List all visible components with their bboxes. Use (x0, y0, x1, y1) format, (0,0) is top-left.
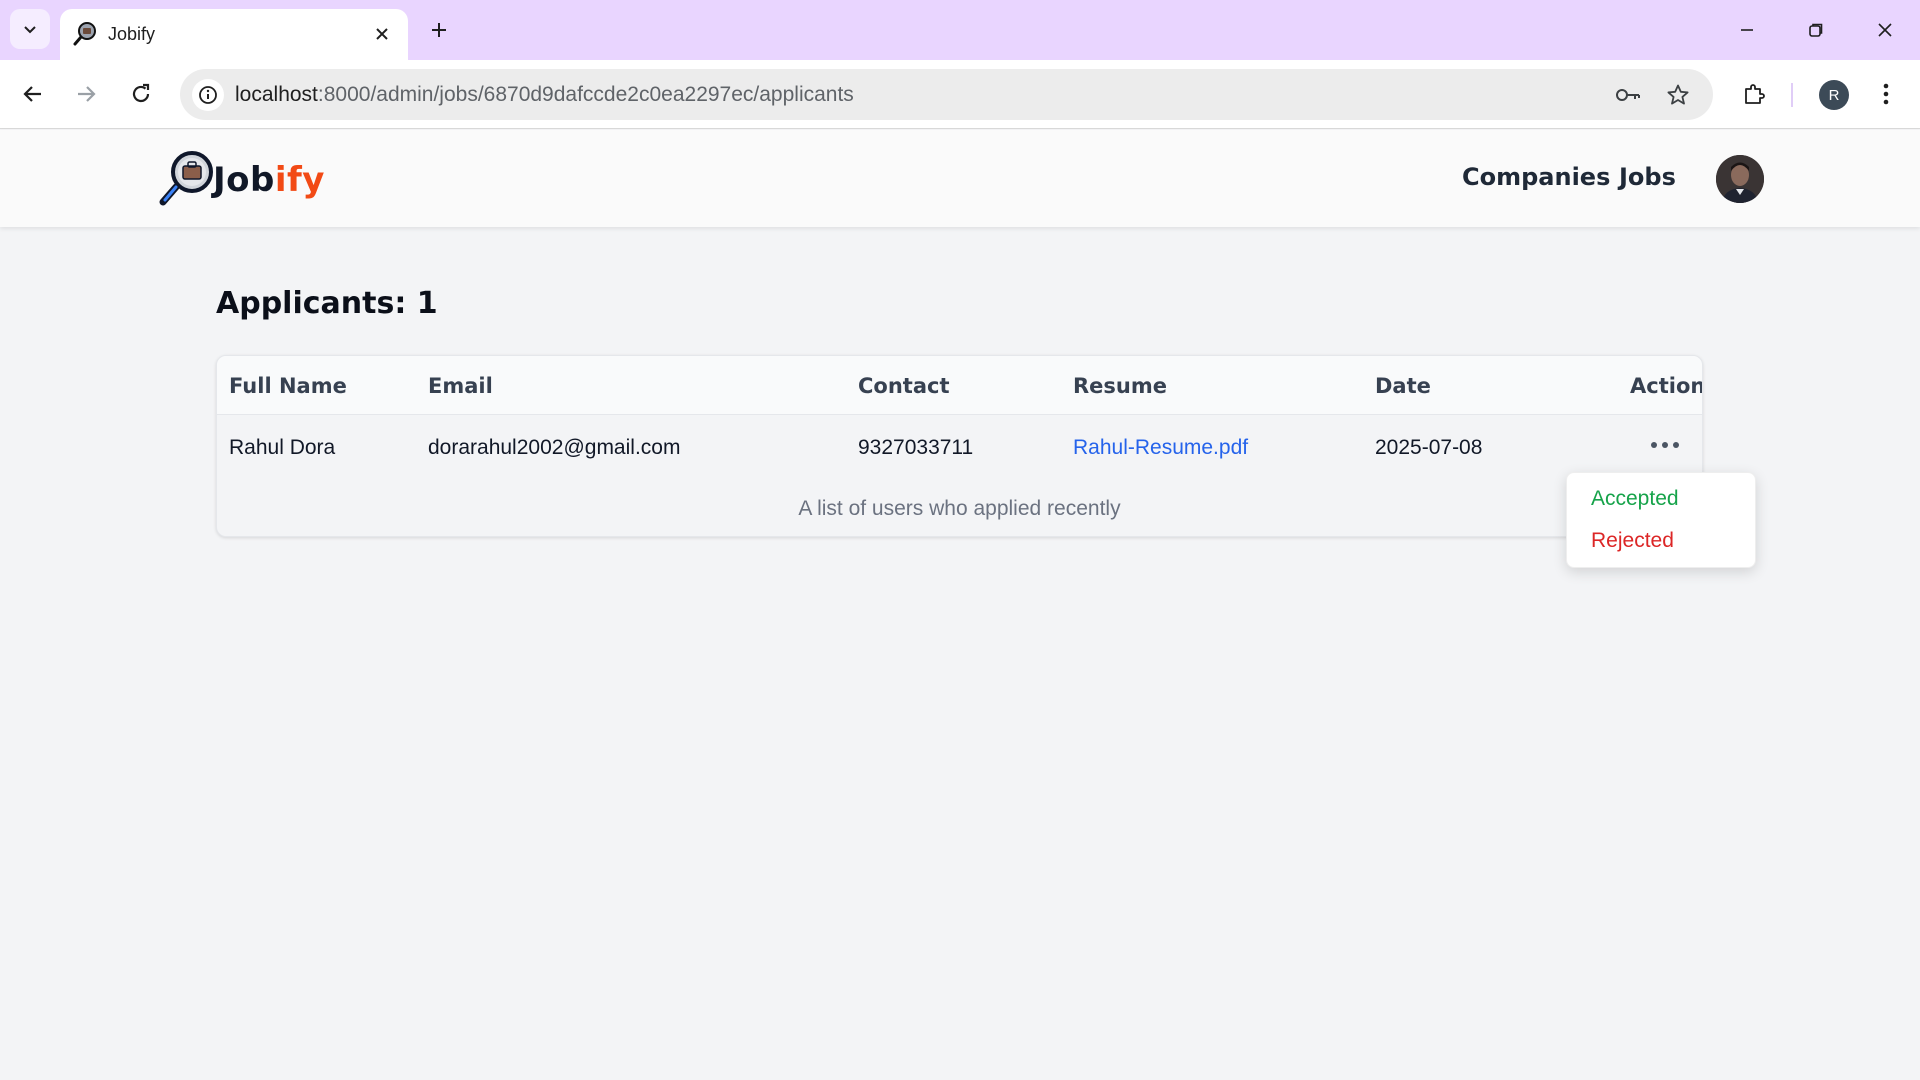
address-bar[interactable]: localhost:8000/admin/jobs/6870d9dafccde2… (180, 69, 1713, 120)
arrow-right-icon (78, 86, 96, 102)
close-icon (376, 28, 388, 40)
logo-text-ify: ify (274, 160, 325, 200)
column-header-action: Action (1630, 374, 1703, 398)
logo-text: Jobify (213, 160, 325, 200)
table-caption: A list of users who applied recently (798, 497, 1121, 520)
status-popover: Accepted Rejected (1566, 472, 1756, 568)
close-window-button[interactable] (1863, 8, 1907, 52)
browser-toolbar: localhost:8000/admin/jobs/6870d9dafccde2… (0, 60, 1920, 129)
dot (1662, 442, 1668, 448)
password-manager-button[interactable] (1612, 79, 1644, 111)
toolbar-divider (1791, 83, 1793, 107)
tab-title: Jobify (108, 24, 156, 44)
tab-close-button[interactable] (368, 20, 396, 48)
dot (1673, 442, 1679, 448)
star-icon (1667, 84, 1689, 105)
column-header-date: Date (1375, 374, 1431, 398)
profile-button[interactable]: R (1819, 80, 1849, 110)
tab-search-button[interactable] (10, 9, 50, 49)
arrow-left-icon (23, 86, 41, 102)
app-navbar: Jobify Companies Jobs (0, 130, 1920, 227)
site-info-button[interactable] (192, 79, 224, 111)
chevron-down-icon (24, 26, 36, 34)
restore-icon (1809, 23, 1823, 37)
column-header-email: Email (428, 374, 493, 398)
column-header-contact: Contact (858, 374, 950, 398)
bookmark-button[interactable] (1662, 79, 1694, 111)
plus-icon (432, 23, 446, 37)
resume-link[interactable]: Rahul-Resume.pdf (1073, 436, 1248, 460)
nav-companies[interactable]: Companies (1462, 163, 1610, 191)
cell-full-name: Rahul Dora (229, 436, 336, 459)
reload-button[interactable] (121, 74, 161, 114)
close-icon (1878, 23, 1892, 37)
browser-tab[interactable]: Jobify (60, 9, 408, 60)
info-icon (199, 86, 217, 104)
magnifier-briefcase-icon (159, 151, 213, 206)
column-header-full-name: Full Name (229, 374, 347, 398)
browser-tab-strip: Jobify (0, 0, 1920, 60)
minimize-icon (1741, 29, 1753, 31)
column-header-resume: Resume (1073, 374, 1167, 398)
row-action-button[interactable] (1645, 430, 1685, 460)
url-text[interactable]: localhost:8000/admin/jobs/6870d9dafccde2… (235, 69, 854, 120)
table-header-row: Full Name Email Contact Resume Date Acti… (217, 356, 1702, 415)
kebab-menu-icon (1883, 83, 1889, 105)
jobify-logo[interactable]: Jobify (157, 150, 325, 210)
user-photo-icon (1716, 155, 1764, 203)
avatar[interactable] (1716, 155, 1764, 203)
table-row: Rahul Dora dorarahul2002@gmail.com 93270… (217, 416, 1702, 480)
status-option-rejected[interactable]: Rejected (1591, 529, 1674, 553)
key-icon (1616, 89, 1640, 101)
back-button[interactable] (13, 74, 53, 114)
cell-date: 2025-07-08 (1375, 436, 1483, 459)
logo-text-job: Job (213, 160, 275, 200)
puzzle-icon (1745, 84, 1765, 104)
status-option-accepted[interactable]: Accepted (1591, 487, 1679, 511)
page-title: Applicants: 1 (216, 286, 438, 321)
dot (1651, 442, 1657, 448)
nav-jobs[interactable]: Jobs (1619, 163, 1676, 191)
extensions-button[interactable] (1734, 74, 1774, 114)
new-tab-button[interactable] (422, 13, 456, 47)
applicants-table: Full Name Email Contact Resume Date Acti… (216, 355, 1703, 537)
cell-contact: 9327033711 (858, 436, 974, 459)
restore-button[interactable] (1794, 8, 1838, 52)
minimize-button[interactable] (1725, 8, 1769, 52)
reload-icon (132, 83, 150, 103)
cell-email: dorarahul2002@gmail.com (428, 436, 681, 459)
magnifier-briefcase-icon (73, 22, 96, 46)
browser-menu-button[interactable] (1866, 74, 1906, 114)
forward-button[interactable] (66, 74, 106, 114)
url-path: :8000/admin/jobs/6870d9dafccde2c0ea2297e… (317, 83, 854, 106)
url-host: localhost (235, 83, 318, 106)
